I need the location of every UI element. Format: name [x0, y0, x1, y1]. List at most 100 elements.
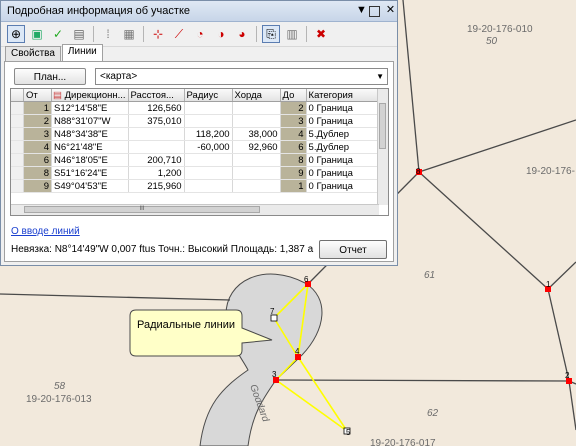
cell-bearing[interactable]: N6°21'48"E [51, 140, 129, 154]
row-selector[interactable] [11, 140, 24, 154]
report-button[interactable]: Отчет [319, 240, 387, 259]
cell-chord[interactable] [232, 101, 281, 115]
tab-lines[interactable]: Линии [61, 44, 103, 62]
column-header-from[interactable]: От [23, 89, 52, 102]
table-row[interactable]: 8 S51°16'24"E 1,200 9 0 Граница [11, 166, 379, 180]
plan-combo[interactable]: <карта> ▼ [95, 68, 388, 85]
cell-category[interactable]: 5.Дублер [306, 140, 379, 154]
table-row[interactable]: 4 N6°21'48"E -60,000 92,960 6 5.Дублер [11, 140, 379, 154]
cell-chord[interactable]: 92,960 [232, 140, 281, 154]
cell-bearing[interactable]: S51°16'24"E [51, 166, 129, 180]
cell-chord[interactable] [232, 166, 281, 180]
cell-category[interactable]: 0 Граница [306, 114, 379, 128]
table-row[interactable]: 1 S12°14'58"E 126,560 2 0 Граница [11, 101, 379, 115]
fixed-line-icon[interactable]: ◕ [233, 25, 251, 43]
cell-bearing[interactable]: N88°31'07"W [51, 114, 129, 128]
cell-to[interactable]: 6 [280, 140, 307, 154]
line-draw-icon[interactable]: ⊹ [149, 25, 167, 43]
delete-icon[interactable]: ✖ [312, 25, 330, 43]
close-icon[interactable]: ✕ [384, 4, 397, 17]
cell-to[interactable]: 9 [280, 166, 307, 180]
row-selector[interactable] [11, 127, 24, 141]
pan-to-point-icon[interactable]: ⊕ [7, 25, 25, 43]
check-icon[interactable]: ✓ [49, 25, 67, 43]
map-point-icon[interactable]: ▦ [120, 25, 138, 43]
cell-distance[interactable] [128, 140, 185, 154]
cell-from[interactable]: 3 [23, 127, 52, 141]
cell-distance[interactable]: 375,010 [128, 114, 185, 128]
column-header-distance[interactable]: Расстоя... [128, 89, 185, 102]
curve-icon[interactable]: ⟋ [170, 25, 188, 43]
cell-from[interactable]: 4 [23, 140, 52, 154]
cell-from[interactable]: 8 [23, 166, 52, 180]
curve-radial-icon[interactable]: ◑ [212, 25, 230, 43]
cell-radius[interactable] [184, 101, 233, 115]
cell-chord[interactable] [232, 114, 281, 128]
row-selector[interactable] [11, 101, 24, 115]
column-header-radius[interactable]: Радиус [184, 89, 233, 102]
cell-category[interactable]: 0 Граница [306, 166, 379, 180]
cell-distance[interactable] [128, 127, 185, 141]
table-row[interactable]: 3 N48°34'38"E 118,200 38,000 4 5.Дублер [11, 127, 379, 141]
column-header-bearing[interactable]: ▤ Дирекционн... [51, 89, 129, 102]
cell-bearing[interactable]: S49°04'53"E [51, 179, 129, 193]
cell-to[interactable]: 3 [280, 114, 307, 128]
tab-properties[interactable]: Свойства [5, 46, 61, 62]
grid-select-icon[interactable]: ⁞ [99, 25, 117, 43]
cell-to[interactable]: 8 [280, 153, 307, 167]
cell-category[interactable]: 0 Граница [306, 101, 379, 115]
column-header-to[interactable]: До [280, 89, 307, 102]
cell-to[interactable]: 2 [280, 101, 307, 115]
dock-icon[interactable] [369, 6, 380, 17]
plan-button[interactable]: План... [14, 68, 86, 85]
cell-radius[interactable] [184, 114, 233, 128]
row-selector[interactable] [11, 114, 24, 128]
lines-grid[interactable]: От ▤ Дирекционн... Расстоя... Радиус Хор… [10, 88, 389, 216]
cell-radius[interactable] [184, 166, 233, 180]
chevron-down-icon[interactable]: ▼ [376, 69, 384, 84]
cell-bearing[interactable]: N46°18'05"E [51, 153, 129, 167]
cell-distance[interactable]: 200,710 [128, 153, 185, 167]
table-icon[interactable]: ▤ [70, 25, 88, 43]
horizontal-scrollbar[interactable]: III [11, 204, 379, 215]
cell-to[interactable]: 4 [280, 127, 307, 141]
table-row[interactable]: 2 N88°31'07"W 375,010 3 0 Граница [11, 114, 379, 128]
column-header-chord[interactable]: Хорда [232, 89, 281, 102]
table-edit-icon[interactable]: ▥ [283, 25, 301, 43]
cell-from[interactable]: 2 [23, 114, 52, 128]
cell-distance[interactable]: 126,560 [128, 101, 185, 115]
cell-distance[interactable]: 1,200 [128, 166, 185, 180]
cell-radius[interactable] [184, 179, 233, 193]
cell-bearing[interactable]: N48°34'38"E [51, 127, 129, 141]
cell-to[interactable]: 1 [280, 179, 307, 193]
cell-distance[interactable]: 215,960 [128, 179, 185, 193]
cell-category[interactable]: 0 Граница [306, 179, 379, 193]
cell-chord[interactable] [232, 179, 281, 193]
row-selector[interactable] [11, 179, 24, 193]
cell-from[interactable]: 9 [23, 179, 52, 193]
cell-chord[interactable]: 38,000 [232, 127, 281, 141]
circle-icon[interactable]: ◔ [191, 25, 209, 43]
cell-category[interactable]: 5.Дублер [306, 127, 379, 141]
line-entry-help-link[interactable]: О вводе линий [11, 226, 80, 237]
table-row[interactable]: 6 N46°18'05"E 200,710 8 0 Граница [11, 153, 379, 167]
cell-radius[interactable] [184, 153, 233, 167]
cell-from[interactable]: 1 [23, 101, 52, 115]
copy-icon[interactable]: ⎘ [262, 25, 280, 43]
column-header-category[interactable]: Категория [306, 89, 379, 102]
pin-icon[interactable]: ▼ [355, 4, 368, 17]
row-selector[interactable] [11, 166, 24, 180]
add-parcel-icon[interactable]: ▣ [28, 25, 46, 43]
scrollbar-thumb[interactable]: III [24, 206, 260, 213]
vertical-scrollbar[interactable] [377, 89, 388, 205]
cell-radius[interactable]: -60,000 [184, 140, 233, 154]
row-selector[interactable] [11, 153, 24, 167]
table-row[interactable]: 9 S49°04'53"E 215,960 1 0 Граница [11, 179, 379, 193]
cell-category[interactable]: 0 Граница [306, 153, 379, 167]
cell-bearing[interactable]: S12°14'58"E [51, 101, 129, 115]
cell-from[interactable]: 6 [23, 153, 52, 167]
cell-chord[interactable] [232, 153, 281, 167]
scrollbar-thumb[interactable] [379, 103, 386, 149]
window-titlebar[interactable]: Подробная информация об участке ▼ ✕ [1, 1, 397, 22]
cell-radius[interactable]: 118,200 [184, 127, 233, 141]
